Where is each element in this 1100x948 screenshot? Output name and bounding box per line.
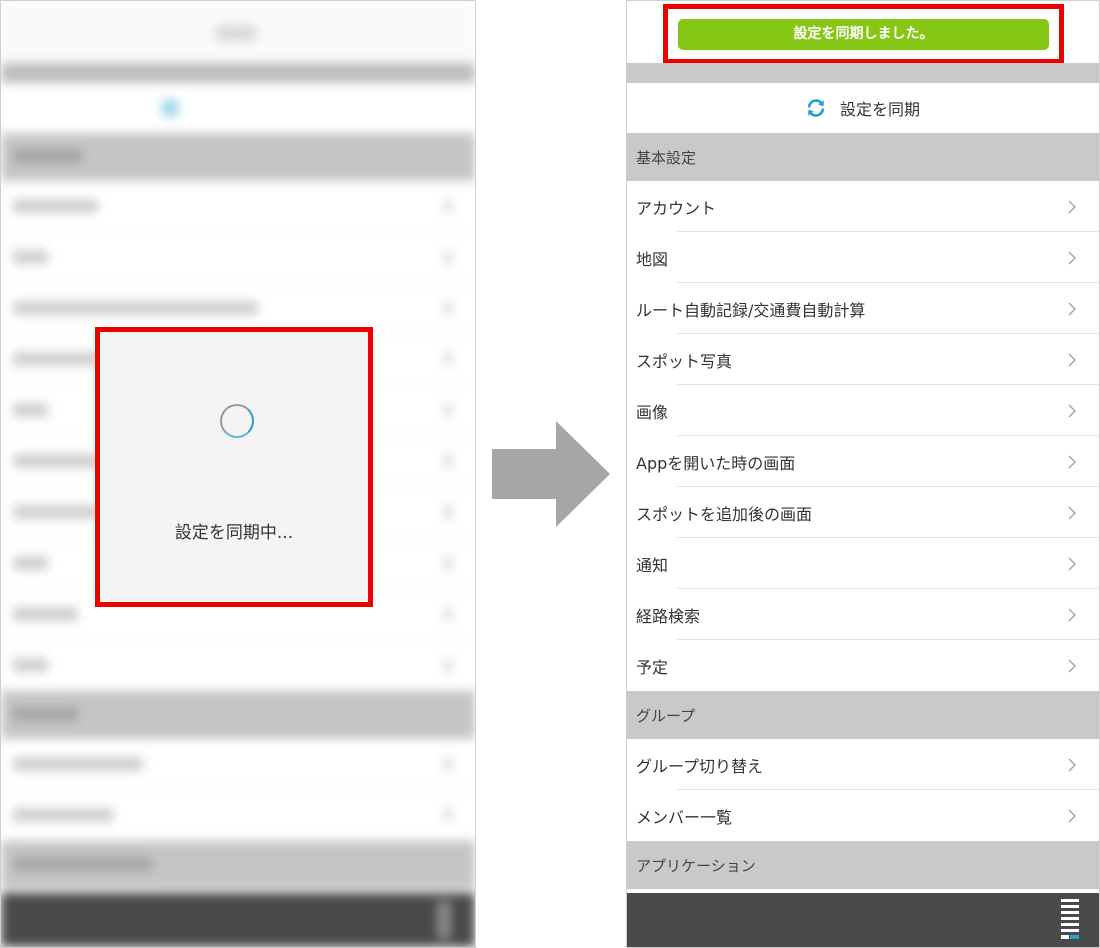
sync-complete-toast: 設定を同期しました。 [678,19,1049,50]
right-screen-synced: 設定を同期しました。 設定を同期 基本設定 アカウント 地図 ルート自動記録/交… [626,0,1100,948]
chevron-right-icon [1068,809,1077,823]
settings-item-startup-screen[interactable]: Appを開いた時の画面 [627,436,1099,487]
settings-list: 基本設定 アカウント 地図 ルート自動記録/交通費自動計算 スポット写真 画像 … [627,133,1099,889]
chevron-right-icon [1068,455,1077,469]
chevron-right-icon [1068,506,1077,520]
sync-icon [807,99,825,117]
chevron-right-icon [1068,404,1077,418]
settings-item-group-switch[interactable]: グループ切り替え [627,739,1099,790]
chevron-right-icon [1068,608,1077,622]
settings-item-member-list[interactable]: メンバー一覧 [627,790,1099,841]
settings-item-map[interactable]: 地図 [627,232,1099,283]
spinner-icon [220,404,254,438]
sync-loading-text: 設定を同期中... [174,523,294,543]
header-divider [627,63,1099,83]
chevron-right-icon [1068,758,1077,772]
sync-settings-label: 設定を同期 [839,100,920,119]
settings-item-account[interactable]: アカウント [627,181,1099,232]
toast-highlight: 設定を同期しました。 [663,4,1064,64]
header-bar: 設定を同期しました。 [627,1,1099,64]
chevron-right-icon [1068,557,1077,571]
chevron-right-icon [1068,659,1077,673]
arrow-right-icon [492,421,610,527]
chevron-right-icon [1068,302,1077,316]
sync-settings-button[interactable]: 設定を同期 [627,83,1099,133]
chevron-right-icon [1068,353,1077,367]
chevron-right-icon [1068,200,1077,214]
grip-icon[interactable] [1059,897,1081,941]
settings-item-image[interactable]: 画像 [627,385,1099,436]
left-screen-syncing: 設定を同期中... [0,0,476,948]
settings-item-route-search[interactable]: 経路検索 [627,589,1099,640]
section-header-application: アプリケーション [627,841,1099,889]
settings-item-after-add-spot-screen[interactable]: スポットを追加後の画面 [627,487,1099,538]
bottom-toolbar [627,893,1099,947]
section-header-group: グループ [627,691,1099,739]
sync-loading-dialog: 設定を同期中... [95,327,373,607]
settings-item-spot-photo[interactable]: スポット写真 [627,334,1099,385]
settings-item-schedule[interactable]: 予定 [627,640,1099,691]
section-header-basic: 基本設定 [627,133,1099,181]
chevron-right-icon [1068,251,1077,265]
settings-item-notification[interactable]: 通知 [627,538,1099,589]
settings-item-route-auto-record[interactable]: ルート自動記録/交通費自動計算 [627,283,1099,334]
